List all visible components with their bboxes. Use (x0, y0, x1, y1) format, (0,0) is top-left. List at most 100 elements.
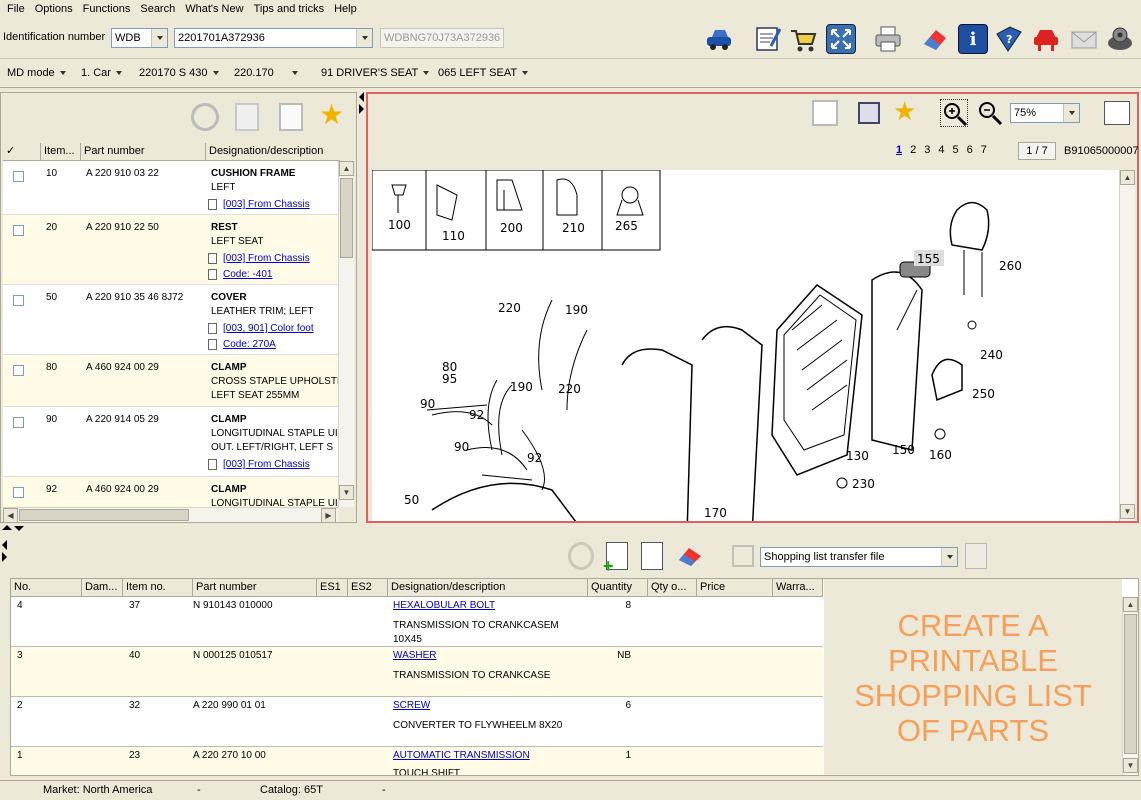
callout-label[interactable]: 50 (404, 493, 419, 507)
callout-label[interactable]: 190 (510, 380, 533, 394)
col-qty-header[interactable]: Quantity (588, 579, 648, 597)
expand-right-arrow-icon[interactable] (2, 552, 7, 562)
shopping-vertical-scrollbar[interactable]: ▲ ▼ (1122, 597, 1138, 775)
scroll-up-icon[interactable]: ▲ (1123, 597, 1138, 612)
exploded-diagram[interactable]: 155 260 220 190 240 80 95 190 220 250 90… (372, 170, 1119, 521)
col-no-header[interactable]: No. (11, 579, 82, 597)
cart-icon[interactable] (788, 24, 818, 54)
col-damage-header[interactable]: Dam... (82, 579, 123, 597)
zoom-out-icon[interactable] (976, 99, 1004, 127)
code-link[interactable]: Code: 270A (208, 339, 340, 350)
part-name-link[interactable]: WASHER (393, 650, 437, 661)
callout-label[interactable]: 92 (527, 451, 542, 465)
page-link-6[interactable]: 6 (967, 144, 973, 156)
fullscreen-icon[interactable] (826, 24, 856, 54)
expand-down-arrow-icon[interactable] (14, 526, 24, 531)
favorite-star-icon[interactable]: ★ (319, 99, 344, 131)
code-link[interactable]: Code: -401 (208, 269, 340, 280)
col-desc-header[interactable]: Designation/description (388, 579, 588, 597)
part-name-link[interactable]: SCREW (393, 700, 430, 711)
col-partno-header[interactable]: Part number (193, 579, 317, 597)
vehicle-class-dropdown[interactable]: 1. Car (81, 67, 122, 79)
car-icon[interactable] (704, 24, 734, 54)
page-link-3[interactable]: 3 (924, 144, 930, 156)
row-checkbox[interactable] (13, 487, 24, 498)
scroll-down-icon[interactable]: ▼ (339, 485, 354, 500)
callout-label[interactable]: 240 (980, 348, 1003, 362)
scroll-down-icon[interactable]: ▼ (1120, 504, 1135, 519)
menu-options[interactable]: Options (30, 0, 78, 18)
chevron-down-icon[interactable] (151, 29, 167, 47)
scroll-left-icon[interactable]: ◀ (3, 508, 18, 523)
notepad-icon[interactable] (279, 103, 303, 131)
col-warranty-header[interactable]: Warra... (773, 579, 823, 597)
print-icon[interactable] (873, 24, 903, 54)
model-dropdown[interactable]: 220170 S 430 (139, 67, 219, 79)
mail-icon[interactable] (1069, 24, 1099, 54)
settings-icon[interactable] (1105, 24, 1135, 54)
help-book-icon[interactable]: ? (994, 24, 1024, 54)
edit-document-icon[interactable] (641, 542, 663, 570)
resize-icon[interactable] (858, 102, 880, 124)
col-es2-header[interactable]: ES2 (348, 579, 388, 597)
col-desc-header[interactable]: Designation/description (206, 143, 340, 161)
document-view-icon[interactable] (1104, 101, 1130, 125)
row-checkbox[interactable] (13, 295, 24, 306)
callout-label[interactable]: 190 (565, 303, 588, 317)
vertical-scrollbar[interactable]: ▲ ▼ (338, 161, 354, 507)
callout-label[interactable]: 220 (558, 382, 581, 396)
add-document-icon[interactable]: + (603, 542, 628, 575)
scroll-thumb[interactable] (340, 178, 353, 258)
callout-label[interactable]: 230 (852, 477, 875, 491)
col-check-header[interactable]: ✓ (3, 143, 41, 161)
collapse-left-arrow-icon[interactable] (359, 92, 364, 102)
table-row[interactable]: 90 A 220 914 05 29 CLAMP LONGITUDINAL ST… (3, 407, 340, 477)
callout-label[interactable]: 130 (846, 449, 869, 463)
page-link-5[interactable]: 5 (953, 144, 959, 156)
scroll-up-icon[interactable]: ▲ (339, 161, 354, 176)
scroll-right-icon[interactable]: ▶ (321, 508, 336, 523)
callout-label[interactable]: 150 (892, 443, 915, 457)
quantity[interactable]: 6 (588, 700, 631, 711)
md-mode-dropdown[interactable]: MD mode (7, 67, 66, 79)
part-name-link[interactable]: HEXALOBULAR BOLT (393, 600, 495, 611)
table-row[interactable]: 50 A 220 910 35 46 8J72 COVER LEATHER TR… (3, 285, 340, 355)
callout-label[interactable]: 250 (972, 387, 995, 401)
collapse-up-arrow-icon[interactable] (2, 525, 12, 530)
menu-search[interactable]: Search (135, 0, 180, 18)
table-row[interactable]: 2 32 A 220 990 01 01 SCREW CONVERTER TO … (11, 697, 823, 747)
callout-label[interactable]: 170 (704, 506, 727, 520)
quantity[interactable]: NB (588, 650, 631, 661)
callout-label[interactable]: 92 (469, 408, 484, 422)
footnote-link[interactable]: [003, 901] Color foot (208, 323, 340, 334)
collapse-left-arrow-icon[interactable] (2, 540, 7, 550)
scroll-down-icon[interactable]: ▼ (1123, 758, 1138, 773)
transfer-file-select[interactable]: Shopping list transfer file (760, 547, 958, 567)
col-price-header[interactable]: Price (697, 579, 773, 597)
favorite-star-icon[interactable]: ★ (893, 96, 916, 126)
scroll-up-icon[interactable]: ▲ (1120, 170, 1135, 185)
service-car-icon[interactable] (1031, 24, 1061, 54)
info-icon[interactable]: i (958, 24, 988, 54)
callout-label[interactable]: 155 (917, 252, 940, 266)
scroll-thumb[interactable] (1124, 614, 1137, 754)
chevron-down-icon[interactable] (1063, 104, 1079, 122)
table-row[interactable]: 3 40 N 000125 010517 WASHER TRANSMISSION… (11, 647, 823, 697)
row-checkbox[interactable] (13, 171, 24, 182)
col-part-header[interactable]: Part number (81, 143, 206, 161)
table-row[interactable]: 1 23 A 220 270 10 00 AUTOMATIC TRANSMISS… (11, 747, 823, 775)
catalog-model-dropdown[interactable]: 220.170 (234, 67, 298, 79)
quantity[interactable]: 8 (588, 600, 631, 611)
callout-label[interactable]: 95 (442, 372, 457, 386)
callout-label[interactable]: 260 (999, 259, 1022, 273)
copy-document-icon[interactable] (235, 103, 259, 131)
expand-right-arrow-icon[interactable] (359, 104, 364, 114)
callout-label[interactable]: 90 (454, 440, 469, 454)
table-row[interactable]: 92 A 460 924 00 29 CLAMP LONGITUDINAL ST… (3, 477, 340, 507)
notepad-icon[interactable] (812, 100, 838, 126)
footnote-link[interactable]: [003] From Chassis (208, 199, 340, 210)
eraser-icon[interactable] (677, 545, 703, 567)
download-icon[interactable] (965, 543, 987, 569)
page-link-4[interactable]: 4 (938, 144, 944, 156)
group-dropdown[interactable]: 91 DRIVER'S SEAT (321, 67, 430, 79)
